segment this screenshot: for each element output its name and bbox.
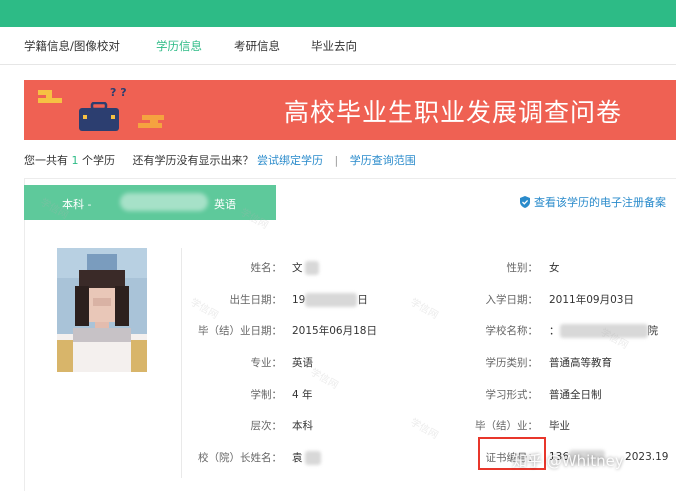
gender-label: 性别： — [506, 262, 539, 274]
banner-decoration — [38, 98, 62, 103]
level-label: 层次： — [250, 420, 283, 432]
enroll-date-label: 入学日期： — [485, 294, 539, 306]
president-name-value: 袁 — [292, 450, 321, 465]
graduation-result-value: 毕业 — [549, 420, 570, 432]
top-green-bar — [0, 0, 676, 27]
nav-tab-graduation-destination[interactable]: 毕业去向 — [311, 38, 357, 54]
gender-value: 女 — [549, 262, 560, 274]
main-nav: 学籍信息/图像校对 学历信息 考研信息 毕业去向 — [0, 27, 676, 65]
degree-count: 1 — [71, 154, 79, 167]
major-value: 英语 — [292, 357, 313, 369]
study-form-value: 普通全日制 — [549, 389, 602, 401]
name-label: 姓名： — [250, 262, 283, 274]
query-scope-link[interactable]: 学历查询范围 — [350, 154, 416, 167]
survey-banner[interactable]: ? ? 高校毕业生职业发展调查问卷 — [24, 80, 676, 140]
bind-degree-link[interactable]: 尝试绑定学历 — [257, 154, 323, 167]
duration-label: 学制： — [250, 389, 283, 401]
view-registration-text: 查看该学历的电子注册备案 — [534, 196, 666, 209]
link-separator: | — [334, 154, 339, 167]
missing-degree-question: 还有学历没有显示出来？ — [132, 154, 254, 167]
birth-date-value: 19 日 — [292, 293, 368, 307]
level-value: 本科 — [292, 420, 313, 432]
nav-tab-degree-info[interactable]: 学历信息 — [156, 38, 202, 54]
degree-type-label: 学历类别： — [485, 357, 539, 369]
enroll-date-value: 2011年09月03日 — [549, 294, 634, 306]
redacted-school — [120, 193, 208, 211]
briefcase-icon — [79, 102, 119, 131]
degree-count-line: 您一共有 1 个学历 还有学历没有显示出来？ 尝试绑定学历 | 学历查询范围 — [24, 152, 416, 168]
zhihu-credit-watermark: 知乎 @Whitney — [512, 452, 624, 470]
redacted-name — [304, 261, 319, 275]
banner-title: 高校毕业生职业发展调查问卷 — [284, 98, 623, 127]
school-name-label: 学校名称： — [485, 325, 539, 337]
graduation-date-value: 2015年06月18日 — [292, 325, 377, 337]
view-registration-link[interactable]: 查看该学历的电子注册备案 — [520, 194, 666, 210]
student-photo — [57, 248, 147, 372]
count-prefix: 您一共有 — [24, 154, 68, 167]
president-name-label: 校（院）长姓名： — [198, 452, 282, 464]
study-form-label: 学习形式： — [485, 389, 539, 401]
name-value: 文 — [292, 260, 319, 275]
redacted-birth-date — [305, 293, 358, 307]
column-divider — [181, 248, 182, 478]
shield-icon — [520, 196, 530, 208]
pixelated-portrait — [57, 248, 147, 372]
question-marks: ? ? — [110, 86, 127, 99]
redacted-president-name — [304, 451, 321, 465]
nav-tab-student-status[interactable]: 学籍信息/图像校对 — [24, 38, 120, 54]
graduation-result-label: 毕（结）业： — [475, 420, 538, 432]
degree-major-label: 英语 — [214, 198, 236, 211]
degree-type-value: 普通高等教育 — [549, 357, 612, 369]
count-suffix: 个学历 — [82, 154, 115, 167]
graduation-date-label: 毕（结）业日期： — [198, 325, 282, 337]
duration-value: 4 年 — [292, 389, 313, 401]
banner-decoration — [138, 123, 162, 128]
birth-date-label: 出生日期： — [229, 294, 283, 306]
nav-tab-postgrad-exam[interactable]: 考研信息 — [234, 38, 280, 54]
major-label: 专业： — [250, 357, 283, 369]
